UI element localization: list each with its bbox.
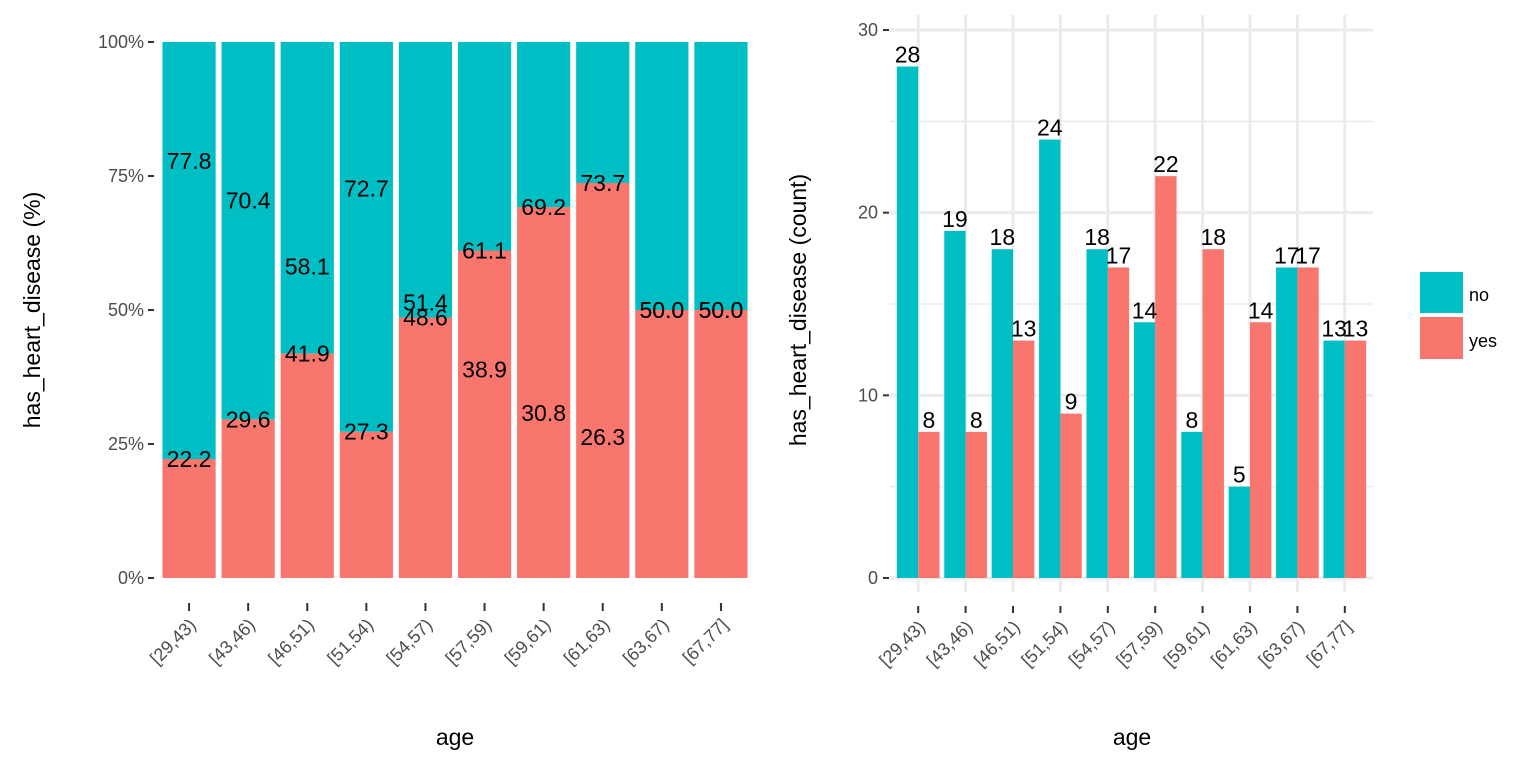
right-y-tick-label-0: 0 <box>868 568 878 588</box>
right-x-axis-title: age <box>1113 724 1151 750</box>
right-bar-label-yes-29-43: 8 <box>922 407 935 433</box>
left-y-tick-label-50: 50% <box>108 300 144 320</box>
left-bar-label-no-57-59: 38.9 <box>462 356 507 382</box>
left-bar-yes-54-57 <box>398 317 453 578</box>
right-bar-label-yes-63-67: 17 <box>1295 242 1321 268</box>
right-bar-yes-43-46 <box>965 431 987 578</box>
right-bar-yes-59-61 <box>1202 249 1224 578</box>
left-bar-no-61-63 <box>576 42 630 183</box>
right-bar-yes-46-51 <box>1013 340 1035 578</box>
left-bar-label-no-59-61: 30.8 <box>521 400 566 426</box>
left-bar-no-67-77 <box>694 42 748 310</box>
right-bar-yes-61-63 <box>1250 322 1272 578</box>
right-bar-label-yes-43-46: 8 <box>970 407 983 433</box>
right-bar-no-59-61 <box>1181 431 1203 578</box>
left-bar-label-no-46-51: 58.1 <box>285 254 330 280</box>
right-bar-yes-51-54 <box>1060 413 1082 578</box>
right-bar-label-no-51-54: 24 <box>1037 115 1063 141</box>
right-bar-label-yes-61-63: 14 <box>1248 297 1274 323</box>
right-bar-no-46-51 <box>991 249 1013 578</box>
left-y-tick-label-100: 100% <box>98 32 144 52</box>
right-bar-label-no-59-61: 8 <box>1186 407 1199 433</box>
left-bar-label-no-51-54: 72.7 <box>344 175 389 201</box>
legend-key-yes <box>1420 317 1463 359</box>
left-y-tick-label-75: 75% <box>108 166 144 186</box>
chart-figure: 22.277.829.670.441.958.127.372.748.651.4… <box>0 0 1536 768</box>
right-bar-yes-63-67 <box>1297 267 1319 578</box>
right-bar-no-67-77 <box>1323 340 1345 578</box>
right-bar-no-61-63 <box>1228 486 1250 578</box>
left-bar-label-yes-61-63: 73.7 <box>580 170 625 196</box>
left-bar-label-yes-57-59: 61.1 <box>462 238 507 264</box>
legend-label-no: no <box>1469 285 1489 305</box>
left-y-tick-label-0: 0% <box>118 568 144 588</box>
left-bar-label-yes-46-51: 41.9 <box>285 340 330 366</box>
left-bar-label-no-67-77: 50.0 <box>699 297 744 323</box>
left-bar-yes-61-63 <box>576 182 630 578</box>
right-bar-yes-67-77 <box>1344 340 1367 578</box>
right-y-tick-label-20: 20 <box>858 203 878 223</box>
right-bar-no-51-54 <box>1039 139 1061 578</box>
left-bar-yes-29-43 <box>162 459 216 578</box>
left-bar-label-no-61-63: 26.3 <box>580 424 625 450</box>
legend-key-no <box>1420 272 1463 313</box>
right-y-tick-label-10: 10 <box>858 385 878 405</box>
left-y-axis-title: has_heart_disease (%) <box>19 192 45 429</box>
right-bar-label-yes-67-77: 13 <box>1343 316 1369 342</box>
left-bar-yes-43-46 <box>221 419 275 578</box>
left-bar-no-43-46 <box>221 42 275 420</box>
right-bar-label-no-61-63: 5 <box>1233 462 1246 488</box>
left-bar-yes-51-54 <box>339 431 393 578</box>
right-bar-yes-29-43 <box>918 431 940 578</box>
left-bar-label-yes-51-54: 27.3 <box>344 419 389 445</box>
right-bar-label-yes-51-54: 9 <box>1065 389 1078 415</box>
left-bar-yes-63-67 <box>635 310 689 578</box>
right-bar-label-no-43-46: 19 <box>942 206 968 232</box>
right-bar-no-63-67 <box>1276 267 1298 578</box>
right-bar-label-yes-46-51: 13 <box>1011 316 1037 342</box>
left-bar-no-46-51 <box>280 42 334 354</box>
right-bar-label-yes-57-59: 22 <box>1153 151 1179 177</box>
left-bar-label-no-54-57: 51.4 <box>403 289 448 315</box>
right-bar-no-29-43 <box>896 66 919 579</box>
left-bar-label-yes-59-61: 69.2 <box>521 194 566 220</box>
left-bar-no-63-67 <box>635 42 689 310</box>
right-bar-label-yes-59-61: 18 <box>1200 224 1226 250</box>
left-x-axis-title: age <box>436 724 474 750</box>
left-y-tick-label-25: 25% <box>108 434 144 454</box>
left-bar-no-29-43 <box>162 42 216 460</box>
right-y-axis-title: has_heart_disease (count) <box>785 174 811 446</box>
right-bar-label-yes-54-57: 17 <box>1106 242 1132 268</box>
left-bar-label-no-63-67: 50.0 <box>639 297 684 323</box>
left-bar-no-59-61 <box>517 42 571 208</box>
right-bar-label-no-57-59: 14 <box>1132 297 1158 323</box>
left-bar-label-no-29-43: 77.8 <box>167 148 212 174</box>
right-bar-yes-57-59 <box>1155 176 1177 578</box>
left-bar-no-54-57 <box>398 42 453 318</box>
right-y-tick-label-30: 30 <box>858 20 878 40</box>
right-bar-no-57-59 <box>1133 322 1156 578</box>
right-bar-label-no-46-51: 18 <box>990 224 1016 250</box>
left-bar-yes-67-77 <box>694 310 748 578</box>
left-bar-yes-59-61 <box>517 207 571 578</box>
left-bar-no-51-54 <box>339 42 393 432</box>
left-bar-label-no-43-46: 70.4 <box>226 188 271 214</box>
left-bar-label-yes-43-46: 29.6 <box>226 406 271 432</box>
right-bar-label-no-29-43: 28 <box>895 42 921 68</box>
left-bar-yes-46-51 <box>280 353 334 578</box>
legend-label-yes: yes <box>1469 331 1497 351</box>
left-bar-label-yes-29-43: 22.2 <box>167 446 212 472</box>
left-bar-yes-57-59 <box>457 250 512 578</box>
right-bar-no-43-46 <box>944 230 966 578</box>
right-bar-no-54-57 <box>1086 249 1108 578</box>
left-bar-no-57-59 <box>457 42 512 251</box>
right-bar-yes-54-57 <box>1107 267 1130 578</box>
